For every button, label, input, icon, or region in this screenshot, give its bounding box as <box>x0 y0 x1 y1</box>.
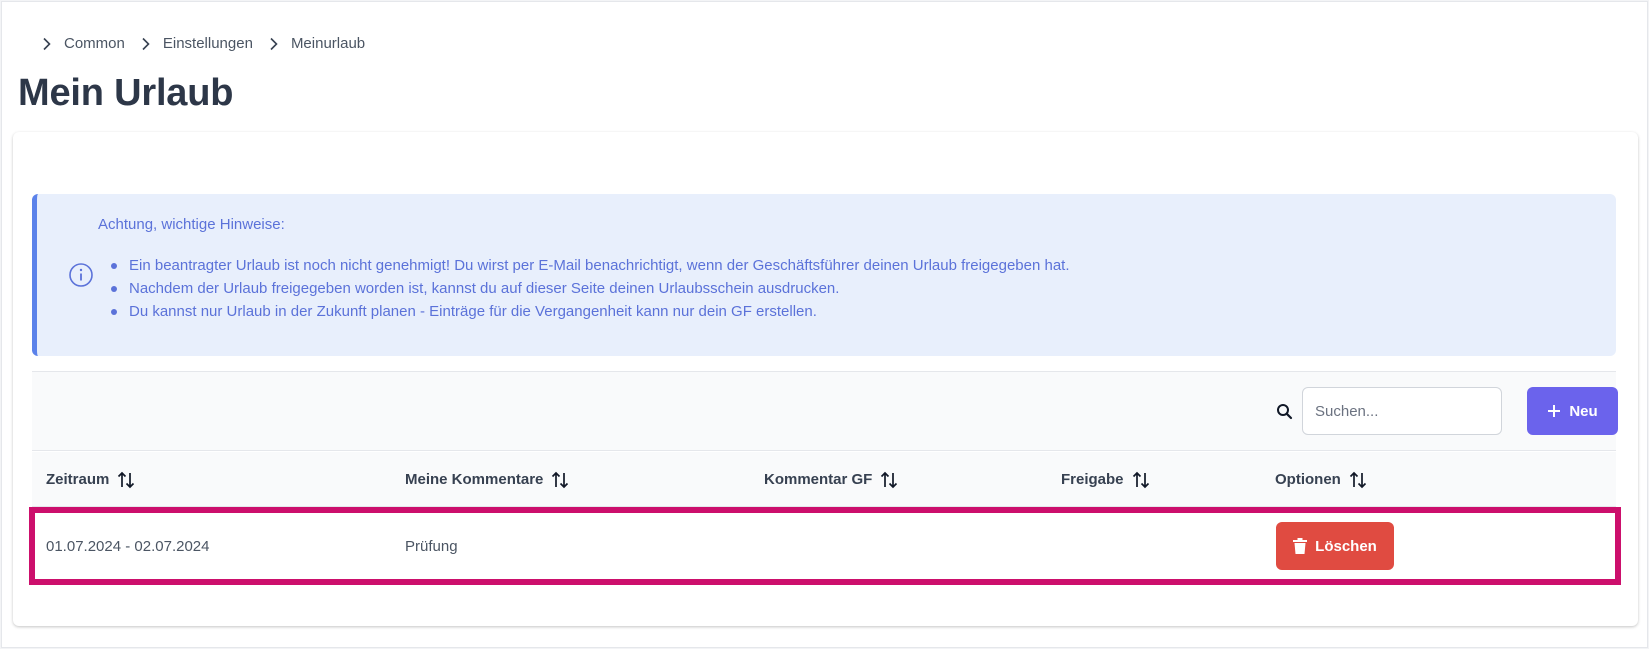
chevron-right-icon <box>139 37 153 51</box>
notice-item: Ein beantragter Urlaub ist noch nicht ge… <box>98 254 1070 277</box>
new-button[interactable]: Neu <box>1527 387 1618 435</box>
chevron-right-icon <box>40 37 54 51</box>
breadcrumb-label: Meinurlaub <box>290 35 366 52</box>
breadcrumb: Common Einstellungen Meinurlaub <box>40 35 379 52</box>
plus-icon <box>1547 404 1561 418</box>
sort-icon <box>880 471 898 489</box>
notice-list: Ein beantragter Urlaub ist noch nicht ge… <box>98 254 1070 323</box>
column-header-optionen[interactable]: Optionen <box>1275 452 1367 507</box>
notice-item: Nachdem der Urlaub freigegeben worden is… <box>98 277 1070 300</box>
info-circle-icon <box>68 262 94 288</box>
breadcrumb-label: Common <box>64 35 125 52</box>
sort-icon <box>1349 471 1367 489</box>
bullet-icon <box>111 308 117 315</box>
sort-icon <box>551 471 569 489</box>
column-header-meine-kommentare[interactable]: Meine Kommentare <box>405 452 569 507</box>
table-toolbar: Neu <box>32 371 1618 451</box>
column-header-kommentar-gf[interactable]: Kommentar GF <box>764 452 898 507</box>
bullet-icon <box>111 262 117 269</box>
page-title: Mein Urlaub <box>18 72 234 114</box>
sort-icon <box>117 471 135 489</box>
notice-item-text: Ein beantragter Urlaub ist noch nicht ge… <box>129 257 1070 274</box>
column-header-label: Kommentar GF <box>764 471 873 488</box>
notice-item-text: Nachdem der Urlaub freigegeben worden is… <box>129 280 840 297</box>
column-header-label: Zeitraum <box>46 471 110 488</box>
content-card: Achtung, wichtige Hinweise: Ein beantrag… <box>13 132 1638 626</box>
info-notice: Achtung, wichtige Hinweise: Ein beantrag… <box>32 194 1616 356</box>
breadcrumb-item-common[interactable]: Common <box>40 35 139 52</box>
column-header-label: Optionen <box>1275 471 1341 488</box>
column-header-freigabe[interactable]: Freigabe <box>1061 452 1150 507</box>
search-input[interactable] <box>1302 387 1502 435</box>
cell-meine-kommentare: Prüfung <box>405 537 458 555</box>
column-header-label: Freigabe <box>1061 471 1124 488</box>
chevron-right-icon <box>267 37 281 51</box>
table-header: Zeitraum Meine Kommentare Kommentar GF F… <box>32 452 1616 507</box>
delete-button-label: Löschen <box>1315 537 1377 555</box>
sort-icon <box>1132 471 1150 489</box>
notice-title: Achtung, wichtige Hinweise: <box>98 216 285 233</box>
delete-button[interactable]: Löschen <box>1276 522 1394 570</box>
notice-item: Du kannst nur Urlaub in der Zukunft plan… <box>98 300 1070 323</box>
breadcrumb-label: Einstellungen <box>162 35 253 52</box>
breadcrumb-item-meinurlaub[interactable]: Meinurlaub <box>267 35 379 52</box>
cell-zeitraum: 01.07.2024 - 02.07.2024 <box>46 537 210 555</box>
new-button-label: Neu <box>1569 402 1598 420</box>
breadcrumb-item-einstellungen[interactable]: Einstellungen <box>139 35 267 52</box>
trash-icon <box>1293 538 1308 554</box>
notice-item-text: Du kannst nur Urlaub in der Zukunft plan… <box>129 303 817 320</box>
bullet-icon <box>111 285 117 292</box>
table-row[interactable]: 01.07.2024 - 02.07.2024 Prüfung Löschen <box>29 507 1621 585</box>
column-header-zeitraum[interactable]: Zeitraum <box>46 452 135 507</box>
column-header-label: Meine Kommentare <box>405 471 544 488</box>
page: Common Einstellungen Meinurlaub Mein Url… <box>1 1 1648 648</box>
search-icon <box>1276 403 1293 420</box>
